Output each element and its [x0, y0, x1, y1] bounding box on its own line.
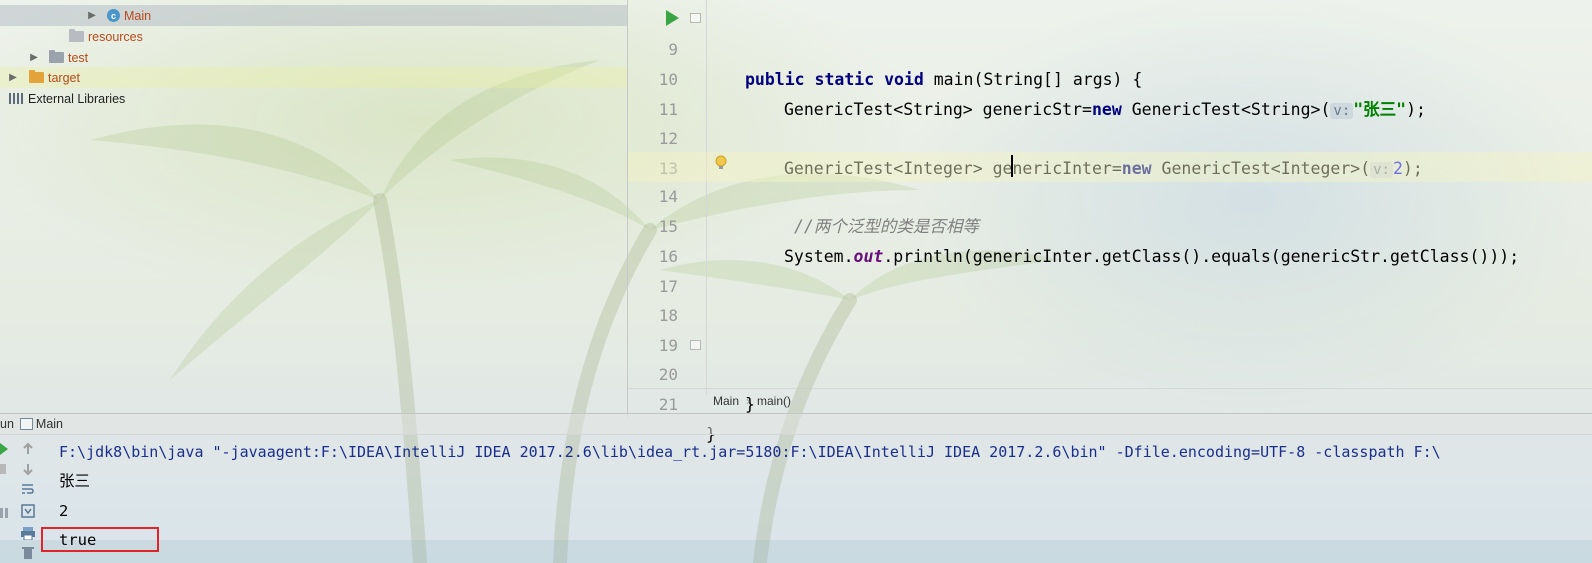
run-tab-main[interactable]: Main — [36, 417, 63, 431]
java-class-icon: c — [107, 9, 120, 22]
code-line-14[interactable]: 14 //两个泛型的类是否相等 — [628, 152, 1592, 236]
code-line-18[interactable]: 18 — [628, 271, 1592, 325]
pause-icon[interactable] — [0, 506, 14, 520]
text-cursor — [1011, 155, 1013, 177]
folder-icon — [29, 70, 44, 83]
tree-item-label: test — [68, 50, 89, 65]
tree-item-test[interactable]: ▶ test — [0, 47, 627, 68]
code-line-15[interactable]: 15 System.out.println(genericInter.getCl… — [628, 182, 1592, 266]
chevron-right-icon[interactable]: ▶ — [87, 10, 97, 21]
tree-item-target[interactable]: ▶ target — [0, 67, 627, 88]
code-line-21[interactable]: 21 } — [628, 360, 1592, 444]
tree-item-label: External Libraries — [28, 91, 126, 106]
library-icon — [9, 93, 24, 104]
run-tool-window-header: un Main — [0, 413, 1592, 435]
console-tab-icon — [19, 418, 33, 430]
folder-icon — [49, 50, 64, 63]
chevron-right-icon[interactable]: ▶ — [8, 72, 18, 83]
arrow-down-icon[interactable] — [21, 462, 35, 476]
arrow-up-icon[interactable] — [21, 442, 35, 456]
tree-item-main[interactable]: ▶ c Main — [0, 5, 627, 26]
console-output-line: 2 — [59, 502, 69, 520]
code-line-11[interactable]: 11 — [628, 65, 1592, 119]
tree-item-external-libraries[interactable]: External Libraries — [0, 88, 627, 109]
run-icon[interactable] — [666, 10, 679, 26]
tree-item-label: resources — [88, 29, 143, 44]
code-line-17[interactable]: 17 — [628, 242, 1592, 296]
rerun-icon[interactable] — [0, 442, 14, 456]
code-line-10[interactable]: 10 GenericTest<String> genericStr=new Ge… — [628, 35, 1592, 119]
breadcrumb: Main › main() — [627, 388, 1592, 412]
highlight-box — [41, 527, 159, 552]
print-icon[interactable] — [21, 526, 35, 540]
project-tree: ▶ c Main resources ▶ test ▶ target Exter… — [0, 0, 627, 417]
clear-console-icon[interactable] — [21, 546, 35, 560]
breadcrumb-separator-icon: › — [746, 393, 751, 408]
console-command-line: F:\jdk8\bin\java "-javaagent:F:\IDEA\Int… — [59, 443, 1441, 461]
tree-item-label: Main — [124, 8, 152, 23]
tree-item-resources[interactable]: resources — [0, 26, 627, 47]
stop-icon[interactable] — [0, 462, 14, 476]
code-line-20[interactable]: 20 } — [628, 330, 1592, 414]
code-line-16[interactable]: 16 — [628, 212, 1592, 266]
console-toolbar — [0, 436, 44, 563]
code-line-9[interactable]: 9 public static void main(String[] args)… — [628, 5, 1592, 89]
run-tab-prefix: un — [0, 417, 14, 431]
code-editor[interactable]: 9 public static void main(String[] args)… — [627, 0, 1592, 444]
fold-icon[interactable] — [690, 340, 701, 350]
breadcrumb-method[interactable]: main() — [757, 394, 791, 408]
code-line-12[interactable]: 12 GenericTest<Integer> genericInter=new… — [628, 94, 1592, 178]
chevron-right-icon[interactable]: ▶ — [29, 52, 39, 63]
scroll-to-end-icon[interactable] — [21, 504, 35, 518]
breadcrumb-class[interactable]: Main — [713, 394, 739, 408]
console-output-line: 张三 — [59, 472, 91, 490]
code-line-19[interactable]: 19 — [628, 301, 1592, 355]
folder-icon — [69, 29, 84, 42]
fold-icon[interactable] — [690, 13, 701, 23]
tree-item-label: target — [48, 70, 80, 85]
code-line-13[interactable]: 13 — [628, 124, 1592, 178]
soft-wrap-icon[interactable] — [21, 482, 35, 496]
lightbulb-icon[interactable] — [715, 155, 727, 171]
